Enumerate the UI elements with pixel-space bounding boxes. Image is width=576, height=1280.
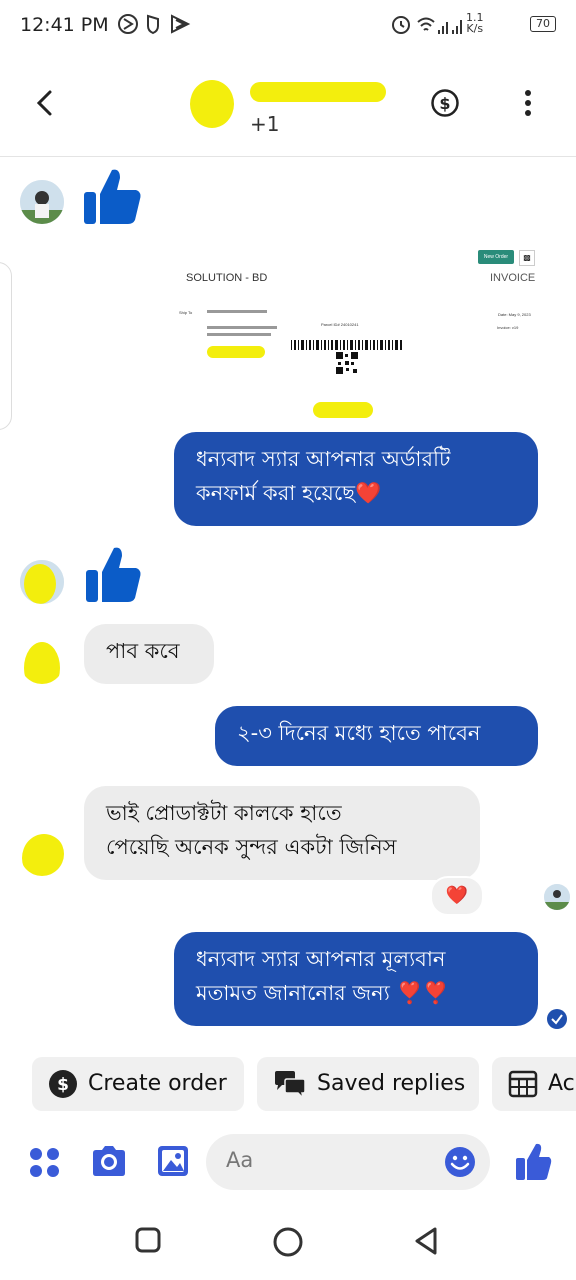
reaction-badge[interactable]: ❤️ — [430, 876, 484, 916]
sender-avatar — [20, 640, 64, 684]
back-nav-icon[interactable] — [412, 1226, 440, 1256]
chip-label: Ac — [548, 1071, 575, 1096]
speech-bubbles-icon — [275, 1071, 306, 1099]
input-placeholder: Aa — [226, 1148, 254, 1172]
message-text-line: পেয়েছি অনেক সুন্দর একটা জিনিস — [106, 835, 397, 859]
invoice-company: SOLUTION - BD — [186, 272, 268, 284]
invoice-text-line — [207, 326, 277, 329]
status-icons-right — [392, 16, 462, 34]
edge-panel-handle[interactable] — [0, 262, 12, 430]
system-navigation-bar — [0, 1200, 576, 1280]
message-text-line: পাব কবে — [106, 639, 180, 663]
participants-count: +1 — [250, 112, 280, 136]
chip-label: Create order — [88, 1071, 227, 1096]
thumbs-up-sticker-icon — [84, 169, 141, 224]
message-text-line: ২-৩ দিনের মধ্যে হাতে পাবেন — [237, 721, 481, 745]
message-bubble-outgoing[interactable]: ধন্যবাদ স্যার আপনার মূল্যবান মতামত জানান… — [174, 932, 538, 1026]
message-bubble-outgoing[interactable]: ২-৩ দিনের মধ্যে হাতে পাবেন — [215, 706, 538, 766]
contact-name-redacted[interactable] — [250, 82, 386, 102]
net-speed: 1.1 K/s — [466, 12, 484, 34]
invoice-text-line — [207, 333, 271, 336]
conversation-header: +1 $ — [0, 52, 576, 157]
appointment-chip[interactable]: Ac — [492, 1057, 576, 1111]
message-text-line: মতামত জানানোর জন্য ❣️❣️ — [196, 981, 449, 1005]
net-speed-unit: K/s — [466, 22, 484, 35]
qr-code — [336, 352, 358, 374]
print-icon: ▩ — [519, 250, 535, 266]
thumbs-up-sticker-icon — [86, 547, 141, 602]
status-icons-left — [118, 14, 191, 35]
sender-avatar — [20, 180, 64, 224]
redaction-mark — [313, 402, 373, 418]
svg-text:$: $ — [439, 94, 450, 113]
invoice-parcel-id: Parcel ID# 24010241 — [321, 322, 359, 327]
svg-text:$: $ — [57, 1075, 69, 1095]
home-icon[interactable] — [272, 1226, 304, 1258]
invoice-number: Invoice: v19 — [497, 325, 519, 330]
message-text-line: ধন্যবাদ স্যার আপনার মূল্যবান — [196, 947, 446, 971]
invoice-image[interactable]: New Order ▩ SOLUTION - BD INVOICE Ship T… — [175, 240, 540, 430]
message-input[interactable]: Aa — [206, 1134, 490, 1190]
barcode — [291, 340, 402, 350]
dollar-circle-icon: $ — [49, 1070, 77, 1098]
sender-avatar — [20, 832, 64, 876]
seen-avatar — [544, 884, 570, 910]
like-button-icon[interactable] — [514, 1142, 552, 1182]
sender-avatar — [20, 560, 64, 604]
status-time: 12:41 PM — [20, 14, 109, 36]
invoice-badge: New Order — [478, 250, 514, 264]
chip-label: Saved replies — [317, 1071, 466, 1096]
more-options-icon[interactable] — [518, 88, 538, 120]
gallery-icon[interactable] — [156, 1144, 190, 1178]
message-bubble-incoming[interactable]: ভাই প্রোডাক্টটা কালকে হাতে পেয়েছি অনেক … — [84, 786, 480, 880]
invoice-date: Date: May 9, 2023 — [498, 312, 531, 317]
battery-indicator: 70 — [530, 16, 556, 32]
composer-bar: Aa — [0, 1128, 576, 1198]
recent-apps-icon[interactable] — [134, 1226, 162, 1254]
camera-icon[interactable] — [90, 1144, 128, 1180]
contact-avatar[interactable] — [190, 80, 234, 128]
apps-grid-icon[interactable] — [28, 1146, 62, 1180]
invoice-ship-to: Ship To — [179, 310, 193, 315]
message-text-line: কনফার্ম করা হয়েছে❤️ — [196, 481, 382, 505]
dollar-circle-icon[interactable]: $ — [430, 88, 460, 118]
message-bubble-incoming[interactable]: পাব কবে — [84, 624, 214, 684]
delivered-check-icon — [547, 1009, 567, 1029]
create-order-chip[interactable]: $ Create order — [32, 1057, 244, 1111]
invoice-title: INVOICE — [490, 272, 536, 284]
invoice-text-line — [207, 310, 267, 313]
calendar-table-icon — [508, 1070, 538, 1098]
message-text-line: ধন্যবাদ স্যার আপনার অর্ডারটি — [196, 447, 451, 471]
message-text-line: ভাই প্রোডাক্টটা কালকে হাতে — [106, 801, 342, 825]
emoji-icon[interactable] — [444, 1146, 476, 1178]
back-arrow-icon[interactable] — [30, 88, 60, 118]
redaction-mark — [207, 346, 265, 358]
saved-replies-chip[interactable]: Saved replies — [257, 1057, 479, 1111]
status-bar: 12:41 PM 1.1 K/s 70 — [0, 0, 576, 52]
message-bubble-outgoing[interactable]: ধন্যবাদ স্যার আপনার অর্ডারটি কনফার্ম করা… — [174, 432, 538, 526]
